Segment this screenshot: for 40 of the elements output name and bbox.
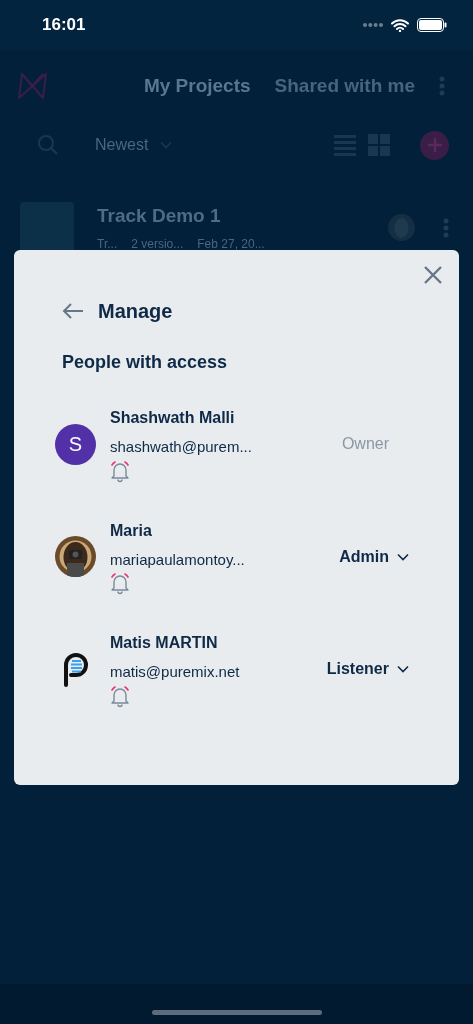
- close-button[interactable]: [423, 264, 445, 286]
- list-view-icon[interactable]: [334, 134, 356, 156]
- search-icon[interactable]: [37, 134, 59, 156]
- sort-dropdown[interactable]: Newest: [95, 133, 173, 157]
- project-meta: 2 versio...: [131, 235, 184, 253]
- bell-icon[interactable]: [109, 683, 131, 708]
- more-icon[interactable]: [443, 218, 449, 238]
- project-meta: Feb 27, 20...: [197, 235, 265, 253]
- person-name: Maria: [110, 520, 153, 541]
- chevron-down-icon: [397, 552, 409, 561]
- role-dropdown[interactable]: Listener: [326, 657, 409, 682]
- status-time: 16:01: [42, 14, 86, 37]
- signal-icon: [363, 23, 383, 27]
- more-icon[interactable]: [439, 76, 445, 96]
- person-email: mariapaulamontoy...: [110, 549, 246, 570]
- bell-icon[interactable]: [109, 458, 131, 483]
- person-name: Matis MARTIN: [110, 633, 219, 653]
- bell-icon[interactable]: [109, 571, 131, 595]
- chevron-down-icon: [397, 665, 409, 674]
- close-icon: [423, 265, 443, 285]
- tab[interactable]: My Projects: [143, 71, 251, 101]
- back-arrow-icon[interactable]: [62, 303, 84, 319]
- logo-icon[interactable]: [17, 72, 48, 100]
- project-meta: Tr...: [97, 235, 118, 253]
- plus-icon: [426, 137, 443, 153]
- section-heading: People with access: [62, 351, 229, 374]
- wifi-icon: [391, 18, 409, 32]
- tab[interactable]: Shared with me: [274, 71, 415, 101]
- role-label: Owner: [341, 434, 389, 455]
- avatar: [388, 214, 415, 241]
- role-dropdown[interactable]: Admin: [339, 544, 409, 569]
- person-name: Shashwath Malli: [110, 408, 236, 428]
- battery-icon: [417, 18, 447, 32]
- dialog-title: Manage: [98, 299, 173, 324]
- avatar: S: [55, 423, 96, 465]
- add-button[interactable]: [420, 130, 449, 160]
- project-title: Track Demo 1: [97, 204, 222, 228]
- person-email: shashwath@purem...: [110, 437, 253, 457]
- grid-view-icon[interactable]: [368, 134, 390, 156]
- person-email: matis@puremix.net: [110, 662, 241, 682]
